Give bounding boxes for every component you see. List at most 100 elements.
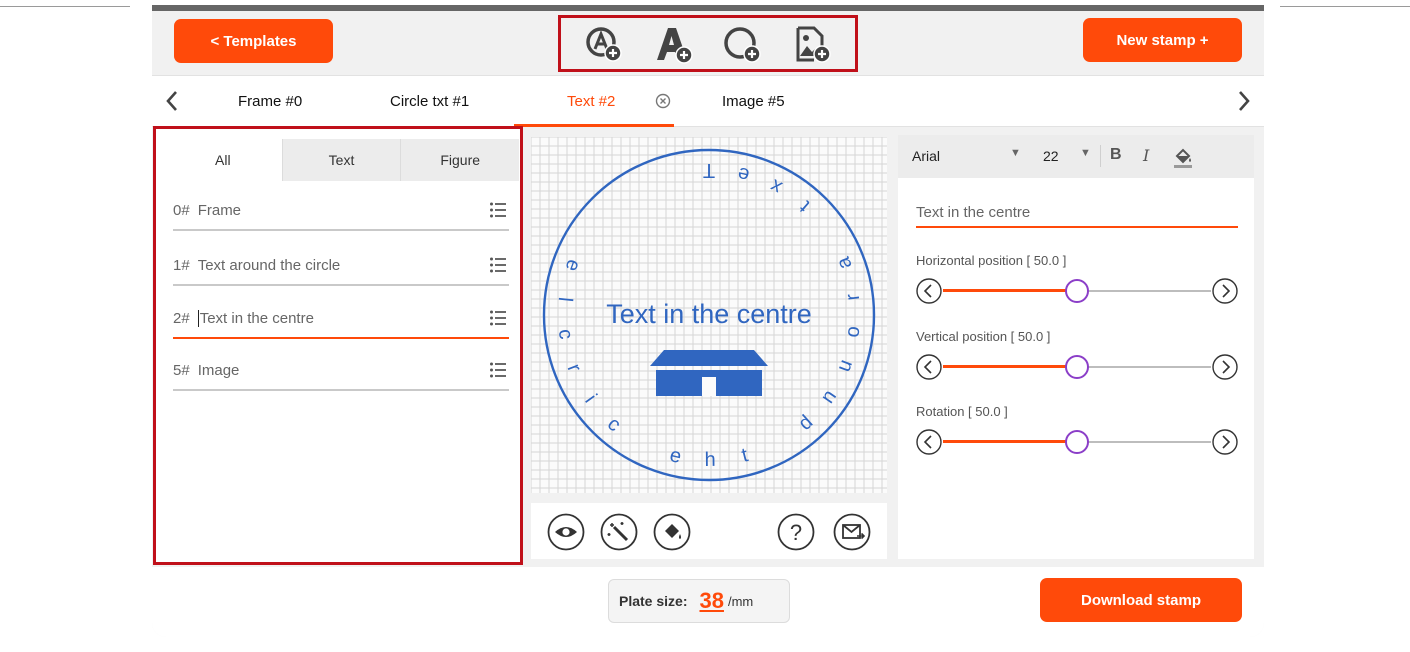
tabs-next-chevron-icon[interactable] (1232, 86, 1256, 116)
list-item-label: Frame (197, 201, 242, 219)
slider-thumb[interactable] (1065, 355, 1089, 379)
tab-image[interactable]: Image #5 (722, 93, 785, 110)
list-item-number: 1# (173, 256, 190, 274)
stamp-canvas[interactable]: Text around the circle Text in the centr… (531, 137, 887, 493)
text-color-icon[interactable] (1172, 145, 1194, 169)
format-toolbar: Arial ▼ 22 ▼ B I (898, 135, 1254, 178)
preview-eye-icon[interactable] (547, 513, 585, 551)
horizontal-position-label: Horizontal position [ 50.0 ] (916, 253, 1067, 268)
slider-increase-chevron-icon[interactable] (1212, 429, 1238, 455)
templates-button[interactable]: < Templates (174, 19, 333, 63)
tab-text[interactable]: Text #2 (567, 93, 615, 110)
slider-thumb[interactable] (1065, 279, 1089, 303)
circle-text-letter: c (554, 328, 577, 341)
download-stamp-button[interactable]: Download stamp (1040, 578, 1242, 622)
element-tabs-bar: Frame #0 Circle txt #1 Text #2 Image #5 (152, 75, 1264, 127)
circle-text-letter: r (842, 292, 865, 302)
circle-text-letter: u (833, 357, 858, 375)
circle-text-letter: t (739, 444, 750, 467)
filter-tab-all[interactable]: All (164, 139, 283, 181)
svg-text:?: ? (790, 520, 802, 545)
list-item-frame[interactable]: 0# Frame (173, 191, 509, 231)
plate-size-unit: /mm (727, 593, 754, 609)
italic-icon[interactable]: I (1143, 146, 1149, 165)
list-item-number: 0# (173, 201, 190, 219)
add-element-toolbar (558, 15, 858, 72)
add-text-icon[interactable] (652, 23, 694, 65)
tab-circle-text[interactable]: Circle txt #1 (390, 93, 469, 110)
font-dropdown-icon[interactable]: ▼ (1010, 147, 1021, 159)
toolbar-divider (1100, 145, 1101, 167)
vertical-position-slider[interactable] (916, 354, 1240, 380)
list-menu-icon[interactable] (489, 201, 507, 219)
canvas-toolbar: ? (531, 503, 887, 559)
help-icon[interactable]: ? (777, 513, 815, 551)
centre-text[interactable]: Text in the centre (606, 299, 812, 329)
slider-increase-chevron-icon[interactable] (1212, 354, 1238, 380)
list-item-label: Text around the circle (197, 256, 341, 274)
circle-text-letter: i (580, 391, 601, 407)
add-image-icon[interactable] (791, 23, 833, 65)
circle-text-letter: r (563, 361, 586, 376)
tabs-prev-chevron-icon[interactable] (160, 86, 184, 116)
plate-size-value[interactable]: 38 (699, 588, 723, 614)
circle-text-letter: h (705, 449, 716, 471)
list-item-label: Image (197, 361, 240, 379)
new-stamp-button[interactable]: New stamp + (1083, 18, 1242, 62)
slider-fill (943, 365, 1077, 368)
fill-bucket-icon[interactable] (653, 513, 691, 551)
active-tab-underline (514, 124, 674, 127)
top-strip (152, 5, 1264, 11)
circle-text-letter: o (841, 325, 864, 339)
rotation-slider[interactable] (916, 429, 1240, 455)
circle-text-letter: e (668, 444, 684, 468)
add-circle-text-icon[interactable] (583, 23, 625, 65)
list-item-circle-text[interactable]: 1# Text around the circle (173, 246, 509, 286)
add-circle-icon[interactable] (722, 23, 764, 65)
list-menu-icon[interactable] (489, 309, 507, 327)
magic-wand-icon[interactable] (600, 513, 638, 551)
circle-text-letter: d (794, 411, 817, 435)
plate-size-control: Plate size: 38 /mm (608, 579, 790, 623)
list-item-text-centre[interactable]: 2# Text in the centre (173, 299, 509, 339)
slider-fill (943, 289, 1077, 292)
plate-size-label: Plate size: (619, 593, 688, 609)
slider-decrease-chevron-icon[interactable] (916, 354, 942, 380)
stamp-editor-app: < Templates New stamp + Frame #0 Circle … (152, 5, 1264, 637)
tab-close-icon[interactable] (655, 93, 671, 109)
element-text-input[interactable] (916, 198, 1238, 228)
rotation-label: Rotation [ 50.0 ] (916, 404, 1008, 419)
filter-tab-figure[interactable]: Figure (401, 139, 519, 181)
slider-fill (943, 440, 1077, 443)
list-menu-icon[interactable] (489, 361, 507, 379)
list-item-image[interactable]: 5# Image (173, 351, 509, 391)
slider-decrease-chevron-icon[interactable] (916, 429, 942, 455)
tab-frame[interactable]: Frame #0 (238, 93, 302, 110)
text-caret (197, 309, 199, 327)
bold-icon[interactable]: B (1110, 146, 1122, 164)
slider-thumb[interactable] (1065, 430, 1089, 454)
filter-tab-text[interactable]: Text (283, 139, 402, 181)
stamp-preview: Text around the circle Text in the centr… (531, 137, 887, 493)
font-family-select[interactable]: Arial (912, 148, 940, 164)
circle-text-letter: T (703, 159, 715, 181)
send-mail-icon[interactable] (833, 513, 871, 551)
footer-bar: Plate size: 38 /mm Download stamp (152, 567, 1264, 637)
element-filter-tabs: All Text Figure (164, 139, 519, 181)
circle-text-letter: t (795, 196, 814, 216)
horizontal-position-slider[interactable] (916, 278, 1240, 304)
page-edge-line-right (1280, 6, 1410, 7)
list-menu-icon[interactable] (489, 256, 507, 274)
text-properties-panel: Arial ▼ 22 ▼ B I Horizontal position [ 5… (898, 135, 1254, 559)
slider-decrease-chevron-icon[interactable] (916, 278, 942, 304)
list-item-label[interactable]: Text in the centre (200, 310, 314, 327)
list-item-number: 5# (173, 361, 190, 379)
house-image[interactable] (650, 350, 768, 396)
circle-text-letter: a (832, 253, 857, 272)
size-dropdown-icon[interactable]: ▼ (1080, 147, 1091, 159)
font-size-select[interactable]: 22 (1043, 148, 1059, 164)
slider-increase-chevron-icon[interactable] (1212, 278, 1238, 304)
elements-list-panel: All Text Figure 0# Frame 1# Text around … (153, 126, 523, 565)
list-item-number: 2# (173, 309, 190, 327)
circle-text-letter: l (554, 296, 576, 303)
